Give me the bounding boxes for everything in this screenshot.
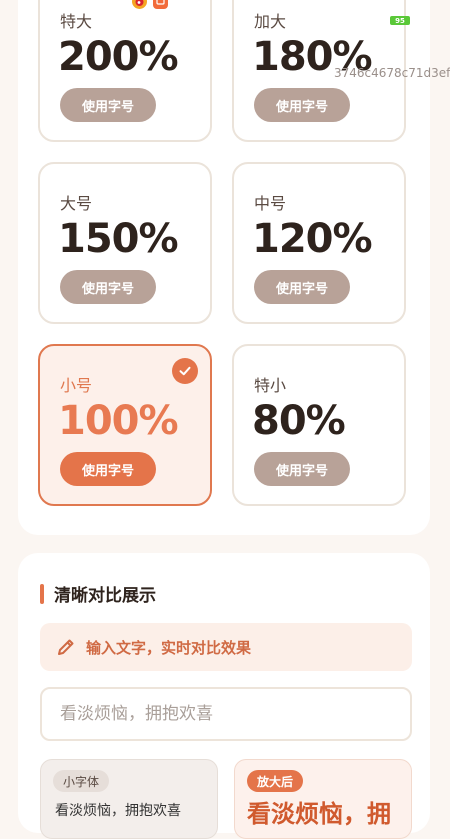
- app-notification-icon: [153, 0, 168, 9]
- size-name: 中号: [254, 194, 287, 213]
- pencil-icon: [58, 639, 74, 655]
- status-icons: [132, 0, 168, 9]
- hint-text: 输入文字，实时对比效果: [86, 638, 252, 657]
- size-name: 特小: [254, 376, 287, 395]
- font-size-card-medium[interactable]: 中号 120% 使用字号: [232, 162, 406, 324]
- large-font-preview: 放大后 看淡烦恼，拥: [234, 759, 412, 839]
- use-size-button[interactable]: 使用字号: [60, 452, 156, 486]
- size-percent: 80%: [252, 398, 346, 444]
- size-name: 特大: [60, 12, 93, 31]
- large-font-sample: 看淡烦恼，拥: [247, 800, 391, 828]
- font-size-card-extra-large[interactable]: 特大 200% 使用字号: [38, 0, 212, 142]
- small-font-sample: 看淡烦恼，拥抱欢喜: [55, 803, 181, 819]
- large-font-tag: 放大后: [247, 770, 304, 792]
- size-percent: 100%: [58, 398, 179, 444]
- debug-hash-text: 3746c4678c71d3ef: [334, 66, 450, 80]
- use-size-button[interactable]: 使用字号: [60, 270, 156, 304]
- use-size-button[interactable]: 使用字号: [60, 88, 156, 122]
- hint-banner: 输入文字，实时对比效果: [40, 623, 412, 671]
- section-title-text: 清晰对比展示: [54, 586, 156, 606]
- font-size-card-small[interactable]: 小号 100% 使用字号: [38, 344, 212, 506]
- font-size-card-large[interactable]: 大号 150% 使用字号: [38, 162, 212, 324]
- checkmark-icon: [172, 358, 198, 384]
- small-font-tag: 小字体: [53, 770, 110, 792]
- font-size-card-extra-small[interactable]: 特小 80% 使用字号: [232, 344, 406, 506]
- battery-indicator: 95: [390, 16, 410, 25]
- size-percent: 150%: [58, 216, 179, 262]
- size-name: 小号: [60, 376, 93, 395]
- compare-text-input[interactable]: [40, 687, 412, 741]
- use-size-button[interactable]: 使用字号: [254, 270, 350, 304]
- use-size-button[interactable]: 使用字号: [254, 88, 350, 122]
- font-size-panel: 特大 200% 使用字号 加大 180% 使用字号 大号 150% 使用字号 中…: [18, 0, 430, 535]
- weibo-icon: [132, 0, 147, 9]
- size-name: 大号: [60, 194, 93, 213]
- size-name: 加大: [254, 12, 287, 31]
- use-size-button[interactable]: 使用字号: [254, 452, 350, 486]
- size-percent: 200%: [58, 34, 179, 80]
- small-font-preview: 小字体 看淡烦恼，拥抱欢喜: [40, 759, 218, 839]
- section-title: 清晰对比展示: [40, 581, 156, 606]
- size-percent: 120%: [252, 216, 373, 262]
- compare-panel: 清晰对比展示 输入文字，实时对比效果 小字体 看淡烦恼，拥抱欢喜 放大后 看淡烦…: [18, 553, 430, 839]
- title-accent-bar: [40, 583, 44, 604]
